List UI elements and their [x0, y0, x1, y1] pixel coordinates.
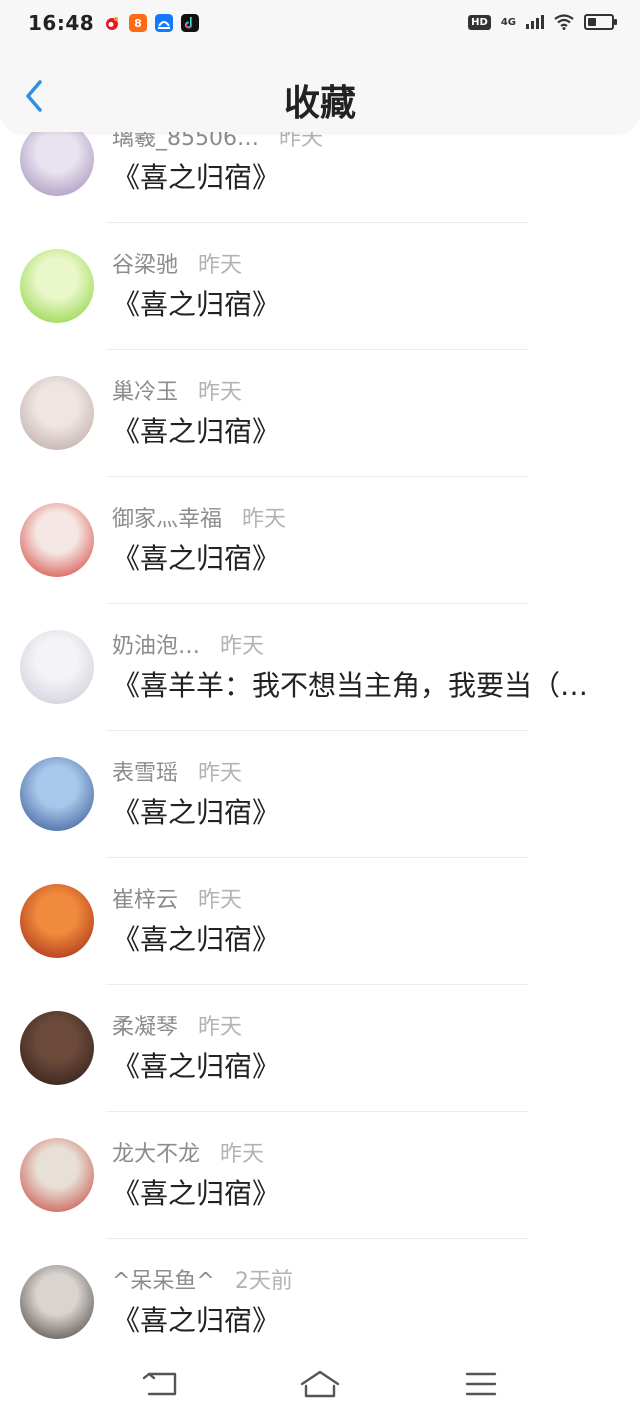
author-name[interactable]: 谷梁驰	[112, 253, 178, 278]
status-indicators: HD 4G	[468, 14, 617, 30]
favorite-item[interactable]: 璃羲_85506… 昨天 《喜之归宿》	[0, 122, 640, 250]
tiktok-icon	[181, 14, 199, 32]
avatar[interactable]	[20, 249, 94, 323]
story-title[interactable]: 《喜羊羊：我不想当主角，我要当（…	[112, 664, 624, 704]
story-title[interactable]: 《喜之归宿》	[112, 918, 624, 958]
author-name[interactable]: 崔梓云	[112, 888, 178, 913]
svg-text:8: 8	[134, 17, 142, 30]
item-meta: 表雪瑶 昨天	[112, 755, 242, 787]
network-type: 4G	[500, 16, 516, 28]
timestamp: 昨天	[242, 507, 287, 532]
hd-badge: HD	[468, 14, 491, 30]
timestamp: 昨天	[198, 1015, 243, 1040]
item-meta: 谷梁驰 昨天	[112, 247, 242, 279]
author-name[interactable]: 奶油泡…	[112, 634, 200, 659]
item-meta: 龙大不龙 昨天	[112, 1136, 264, 1168]
timestamp: 昨天	[198, 888, 243, 913]
timestamp: 昨天	[198, 253, 243, 278]
story-title[interactable]: 《喜之归宿》	[112, 1045, 624, 1085]
divider	[106, 603, 528, 604]
story-title[interactable]: 《喜之归宿》	[112, 283, 624, 323]
divider	[106, 1238, 528, 1239]
battery-icon	[584, 14, 617, 30]
favorite-item[interactable]: 表雪瑶 昨天《喜之归宿》	[0, 757, 640, 885]
timestamp: 昨天	[198, 761, 243, 786]
avatar[interactable]	[20, 122, 94, 196]
story-title[interactable]: 《喜之归宿》	[112, 1172, 624, 1212]
favorite-item[interactable]: 柔凝琴 昨天《喜之归宿》	[0, 1011, 640, 1139]
status-time: 16:48	[28, 11, 95, 35]
timestamp: 昨天	[220, 1142, 265, 1167]
home-nav-button[interactable]	[300, 1366, 340, 1402]
favorite-item[interactable]: 奶油泡… 昨天《喜羊羊：我不想当主角，我要当（…	[0, 630, 640, 758]
item-meta: 御家灬幸福 昨天	[112, 501, 286, 533]
divider	[106, 349, 528, 350]
avatar[interactable]	[20, 1011, 94, 1085]
item-meta: 巢冷玉 昨天	[112, 374, 242, 406]
timestamp: 2天前	[234, 1269, 293, 1294]
author-name[interactable]: 柔凝琴	[112, 1015, 178, 1040]
timestamp: 昨天	[220, 634, 265, 659]
favorite-item[interactable]: 谷梁驰 昨天《喜之归宿》	[0, 249, 640, 377]
avatar[interactable]	[20, 757, 94, 831]
item-meta: 奶油泡… 昨天	[112, 628, 264, 660]
item-meta: 崔梓云 昨天	[112, 882, 242, 914]
weibo-icon	[106, 17, 118, 30]
notification-icons: 8	[103, 14, 199, 32]
signal-icon	[526, 15, 544, 29]
timestamp: 昨天	[198, 380, 243, 405]
favorite-item[interactable]: 崔梓云 昨天《喜之归宿》	[0, 884, 640, 1012]
author-name[interactable]: 龙大不龙	[112, 1142, 200, 1167]
back-nav-button[interactable]	[141, 1366, 181, 1402]
story-title[interactable]: 《喜之归宿》	[112, 791, 624, 831]
story-title[interactable]: 《喜之归宿》	[112, 156, 624, 196]
author-name[interactable]: 巢冷玉	[112, 380, 178, 405]
favorite-item[interactable]: 龙大不龙 昨天《喜之归宿》	[0, 1138, 640, 1266]
avatar[interactable]	[20, 884, 94, 958]
avatar[interactable]	[20, 1265, 94, 1339]
divider	[106, 1111, 528, 1112]
divider	[106, 984, 528, 985]
author-name[interactable]: 御家灬幸福	[112, 507, 222, 532]
page-title: 收藏	[283, 83, 356, 124]
wifi-icon	[554, 14, 574, 30]
avatar[interactable]	[20, 1138, 94, 1212]
favorite-item[interactable]: 御家灬幸福 昨天《喜之归宿》	[0, 503, 640, 631]
author-name[interactable]: ^呆呆鱼^	[112, 1269, 215, 1294]
menu-nav-button[interactable]	[461, 1366, 501, 1402]
alipay-icon	[155, 14, 173, 32]
favorite-item[interactable]: 巢冷玉 昨天《喜之归宿》	[0, 376, 640, 504]
story-title[interactable]: 《喜之归宿》	[112, 1299, 624, 1339]
author-name[interactable]: 表雪瑶	[112, 761, 178, 786]
avatar[interactable]	[20, 630, 94, 704]
divider	[106, 476, 528, 477]
meituan-icon: 8	[129, 14, 147, 32]
story-title[interactable]: 《喜之归宿》	[112, 537, 624, 577]
page-header: 收藏	[0, 52, 640, 132]
divider	[106, 222, 528, 223]
story-title[interactable]: 《喜之归宿》	[112, 410, 624, 450]
divider	[106, 730, 528, 731]
divider	[106, 857, 528, 858]
item-meta: ^呆呆鱼^ 2天前	[112, 1263, 293, 1295]
system-nav-bar	[0, 1348, 640, 1422]
status-bar: 16:48 8 HD 4G	[0, 0, 640, 52]
item-meta: 柔凝琴 昨天	[112, 1009, 242, 1041]
avatar[interactable]	[20, 503, 94, 577]
avatar[interactable]	[20, 376, 94, 450]
